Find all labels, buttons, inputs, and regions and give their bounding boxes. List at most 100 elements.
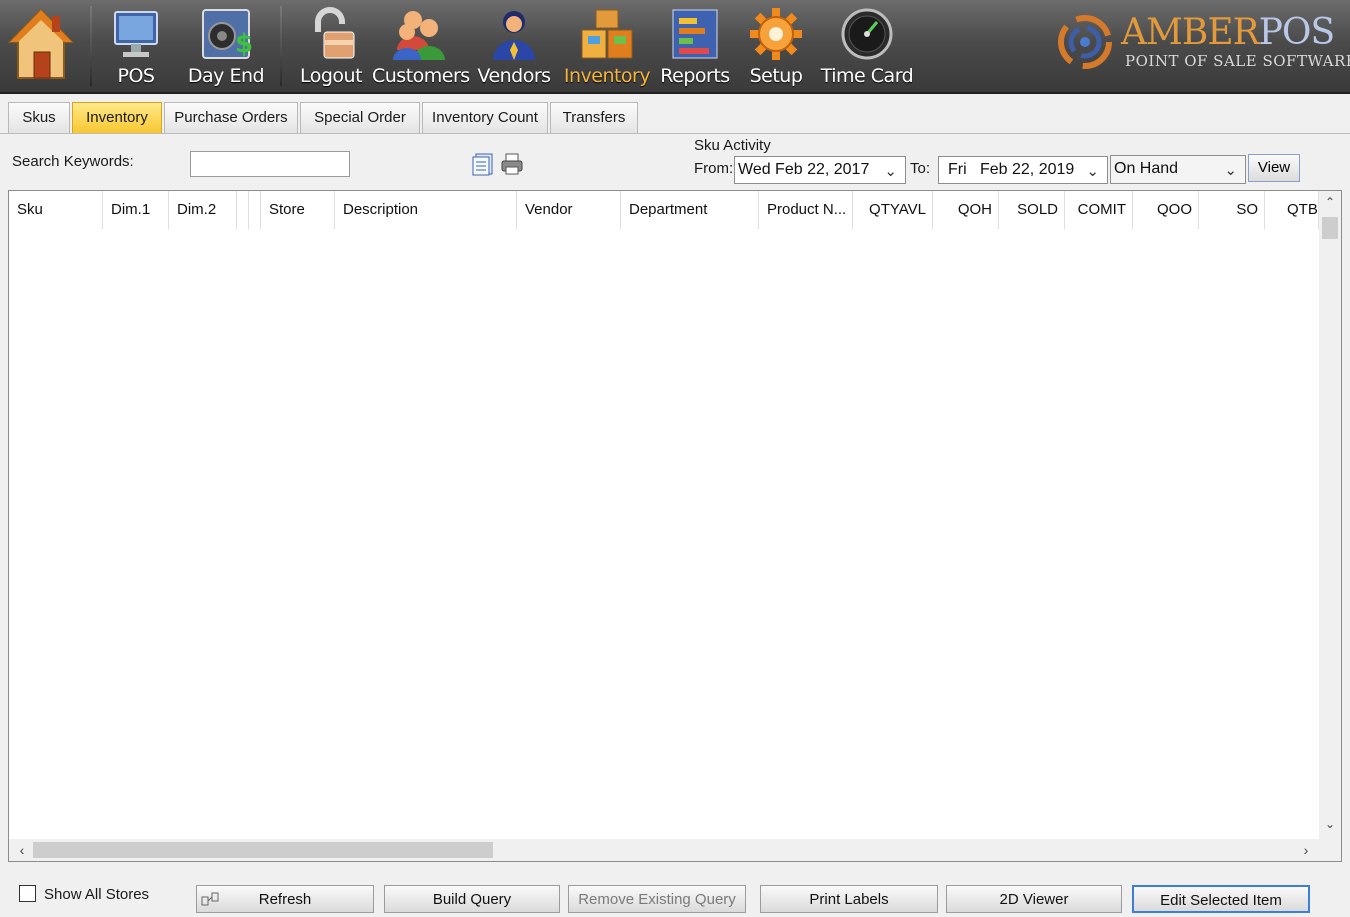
pos-monitor-icon <box>114 11 158 57</box>
svg-text:$: $ <box>235 29 253 59</box>
grid-header-row: Sku Dim.1 Dim.2 Store Description Vendor… <box>9 191 1319 229</box>
remove-existing-query-button[interactable]: Remove Existing Query <box>568 885 746 913</box>
tab-divider <box>0 133 1350 134</box>
toolbar-home-button[interactable] <box>6 4 76 92</box>
column-header-comit[interactable]: COMIT <box>1065 191 1133 229</box>
sku-activity-title: Sku Activity <box>694 137 771 154</box>
from-date-picker[interactable]: Wed Feb 22, 2017 ⌄ <box>734 156 906 184</box>
scroll-down-icon[interactable]: ⌄ <box>1319 817 1341 831</box>
column-header-spacer <box>249 191 261 229</box>
column-header-dim1[interactable]: Dim.1 <box>103 191 169 229</box>
show-all-stores-label: Show All Stores <box>44 886 150 903</box>
toolbar-vendors-label: Vendors <box>477 65 551 87</box>
vertical-scroll-thumb[interactable] <box>1322 217 1338 239</box>
column-header-vendor[interactable]: Vendor <box>517 191 621 229</box>
scroll-left-icon[interactable]: ‹ <box>11 842 33 858</box>
from-label: From: <box>694 160 734 177</box>
customers-icon <box>393 11 445 60</box>
column-header-description[interactable]: Description <box>335 191 517 229</box>
amberpos-logo-mark-icon <box>1058 15 1112 69</box>
tab-skus[interactable]: Skus <box>8 102 70 134</box>
search-keywords-label: Search Keywords: <box>12 153 134 170</box>
horizontal-scrollbar[interactable]: ‹ › <box>9 839 1341 861</box>
home-icon <box>8 8 74 79</box>
toolbar-inventory-label: Inventory <box>563 65 651 87</box>
horizontal-scroll-thumb[interactable] <box>33 842 493 858</box>
toolbar-setup-button[interactable]: Setup <box>742 4 810 92</box>
tab-inventory-count[interactable]: Inventory Count <box>422 102 548 134</box>
chevron-down-icon: ⌄ <box>884 163 897 180</box>
column-header-blank[interactable] <box>237 191 249 229</box>
inventory-boxes-icon <box>581 9 633 59</box>
toolbar-vendors-button[interactable]: Vendors <box>476 4 552 92</box>
vendor-person-icon <box>493 11 535 60</box>
toolbar-pos-button[interactable]: POS <box>100 4 172 92</box>
toolbar-customers-button[interactable]: Customers <box>372 4 470 92</box>
build-query-button[interactable]: Build Query <box>384 885 560 913</box>
column-header-qtyavl[interactable]: QTYAVL <box>853 191 933 229</box>
column-header-qoo[interactable]: QOO <box>1133 191 1199 229</box>
toolbar-setup-label: Setup <box>749 65 803 87</box>
vertical-scrollbar[interactable]: ⌃ ⌄ <box>1319 191 1341 839</box>
toolbar-separator <box>90 6 92 86</box>
column-header-qoh[interactable]: QOH <box>933 191 999 229</box>
tab-inventory[interactable]: Inventory <box>72 102 162 134</box>
show-all-stores-checkbox[interactable] <box>19 885 36 902</box>
column-header-sku[interactable]: Sku <box>9 191 103 229</box>
quantity-mode-value: On Hand <box>1114 160 1179 177</box>
column-header-sold[interactable]: SOLD <box>999 191 1065 229</box>
chevron-down-icon: ⌄ <box>1086 163 1099 180</box>
logo-brand-pos: POS <box>1258 12 1335 53</box>
column-header-qtbi[interactable]: QTBI <box>1265 191 1319 229</box>
toolbar-time-card-button[interactable]: Time Card <box>818 4 916 92</box>
tab-purchase-orders[interactable]: Purchase Orders <box>164 102 298 134</box>
main-toolbar: POS $ Day End Logout Customers Vendors I… <box>0 0 1350 94</box>
search-keywords-input[interactable] <box>190 151 350 177</box>
toolbar-day-end-button[interactable]: $ Day End <box>182 4 270 92</box>
document-list-icon[interactable] <box>472 152 494 176</box>
refresh-button-label: Refresh <box>258 891 312 908</box>
toolbar-time-card-label: Time Card <box>820 65 914 87</box>
print-labels-button[interactable]: Print Labels <box>760 885 938 913</box>
logo-brand-amber: AMBER <box>1121 12 1260 53</box>
gear-icon <box>750 8 802 60</box>
reports-chart-icon <box>672 9 718 59</box>
to-date-value: Fri Feb 22, 2019 <box>948 161 1075 178</box>
scroll-right-icon[interactable]: › <box>1295 842 1317 858</box>
column-header-dim2[interactable]: Dim.2 <box>169 191 237 229</box>
edit-selected-item-button[interactable]: Edit Selected Item <box>1132 885 1310 913</box>
refresh-button[interactable]: Refresh <box>196 885 374 913</box>
toolbar-day-end-label: Day End <box>187 65 265 87</box>
toolbar-reports-label: Reports <box>660 65 730 87</box>
clock-icon <box>841 8 893 60</box>
column-header-store[interactable]: Store <box>261 191 335 229</box>
inventory-grid[interactable]: Sku Dim.1 Dim.2 Store Description Vendor… <box>8 190 1342 862</box>
column-header-so[interactable]: SO <box>1199 191 1265 229</box>
toolbar-customers-label: Customers <box>372 65 470 87</box>
column-header-department[interactable]: Department <box>621 191 759 229</box>
quantity-mode-select[interactable]: On Hand ⌄ <box>1110 155 1246 184</box>
toolbar-logout-button[interactable]: Logout <box>296 4 366 92</box>
scroll-up-icon[interactable]: ⌃ <box>1319 195 1341 209</box>
column-header-product-name[interactable]: Product N... <box>759 191 853 229</box>
toolbar-inventory-button[interactable]: Inventory <box>562 4 652 92</box>
to-label: To: <box>910 160 931 177</box>
2d-viewer-button[interactable]: 2D Viewer <box>946 885 1122 913</box>
view-button[interactable]: View <box>1248 154 1300 182</box>
amberpos-logo: AMBERPOS POINT OF SALE SOFTWARE <box>1055 10 1350 76</box>
toolbar-logout-label: Logout <box>299 65 363 87</box>
padlock-icon <box>315 7 355 59</box>
toolbar-separator <box>280 6 282 86</box>
from-date-value: Wed Feb 22, 2017 <box>738 161 870 178</box>
logo-tagline: POINT OF SALE SOFTWARE <box>1125 52 1350 70</box>
safe-dollar-icon: $ <box>202 9 253 59</box>
to-date-picker[interactable]: Fri Feb 22, 2019 ⌄ <box>938 156 1108 184</box>
toolbar-pos-label: POS <box>117 65 155 87</box>
printer-icon[interactable] <box>500 152 524 176</box>
chevron-down-icon: ⌄ <box>1224 162 1237 179</box>
tab-transfers[interactable]: Transfers <box>550 102 638 134</box>
tab-special-order[interactable]: Special Order <box>300 102 420 134</box>
inventory-window: POS $ Day End Logout Customers Vendors I… <box>0 0 1350 917</box>
toolbar-reports-button[interactable]: Reports <box>658 4 732 92</box>
logo-brand: AMBERPOS <box>1121 12 1335 53</box>
